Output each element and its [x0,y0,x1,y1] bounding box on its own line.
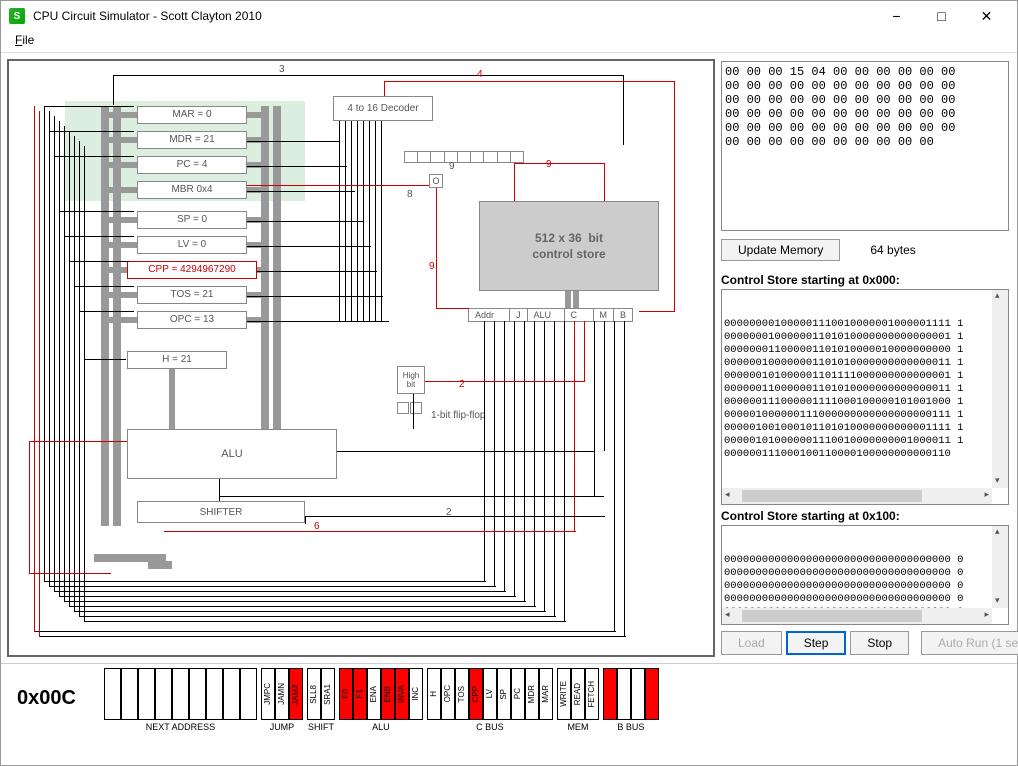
memory-dump[interactable]: 00 00 00 15 04 00 00 00 00 00 00 00 00 0… [721,61,1009,231]
bit-F1[interactable]: F1 [353,668,367,720]
bit-WRITE[interactable]: WRITE [557,668,571,720]
mir-strip [404,151,524,163]
bit-F0[interactable]: F0 [339,668,353,720]
bit-group-label: JUMP [270,722,295,732]
cs1-label: Control Store starting at 0x000: [721,273,1009,287]
mir-labels: Addr J ALU C M B [469,308,633,322]
bit-PC[interactable]: PC [511,668,525,720]
update-memory-button[interactable]: Update Memory [721,239,840,261]
bit-group-label: MEM [567,722,588,732]
circuit-canvas: MAR = 0 MDR = 21 PC = 4 MBR 0x4 SP = 0 L… [7,59,715,657]
bit-group-label: SHIFT [308,722,334,732]
reg-pc: PC = 4 [137,156,247,174]
reg-mdr: MDR = 21 [137,131,247,149]
titlebar: S CPU Circuit Simulator - Scott Clayton … [1,1,1017,31]
bit-SP[interactable]: SP [497,668,511,720]
memory-size-label: 64 bytes [870,243,915,257]
bit-6-3[interactable] [645,668,659,720]
current-address: 0x00C [7,668,104,728]
bit-0-8[interactable] [240,668,257,720]
bit-MDR[interactable]: MDR [525,668,539,720]
reg-tos: TOS = 21 [137,286,247,304]
control-store-1[interactable]: 000000001000001110010000001000001111 1 0… [721,289,1009,505]
bit-ENB[interactable]: ENB [381,668,395,720]
bit-JAMZ[interactable]: JAMZ [289,668,303,720]
bit-READ[interactable]: READ [571,668,585,720]
bit-0-5[interactable] [189,668,206,720]
reg-cpp: CPP = 4294967290 [127,261,257,279]
bit-0-7[interactable] [223,668,240,720]
bit-LV[interactable]: LV [483,668,497,720]
bit-SRA1[interactable]: SRA1 [321,668,335,720]
bit-SLL8[interactable]: SLL8 [307,668,321,720]
bit-MAR[interactable]: MAR [539,668,553,720]
reg-h: H = 21 [127,351,227,369]
menu-file[interactable]: File [9,33,40,47]
reg-mar: MAR = 0 [137,106,247,124]
bit-INC[interactable]: INC [409,668,423,720]
label-flipflop: 1-bit flip-flop [431,410,485,421]
scrollbar-h-2[interactable] [722,608,992,624]
bit-JAMN[interactable]: JAMN [275,668,289,720]
bit-TOS[interactable]: TOS [455,668,469,720]
bit-OPC[interactable]: OPC [441,668,455,720]
bit-group-c-bus: HOPCTOSCPPLVSPPCMDRMAR C BUS [427,668,553,732]
step-button[interactable]: Step [786,631,847,655]
bit-6-0[interactable] [603,668,617,720]
autorun-button[interactable]: Auto Run (1 sec) [921,631,1018,655]
bit-group-shift: SLL8SRA1 SHIFT [307,668,335,732]
cs2-label: Control Store starting at 0x100: [721,509,1009,523]
bit-H[interactable]: H [427,668,441,720]
alu-box: ALU [127,429,337,479]
bit-CPP[interactable]: CPP [469,668,483,720]
bit-0-3[interactable] [155,668,172,720]
bit-ENA[interactable]: ENA [367,668,381,720]
scrollbar-v-1[interactable] [992,290,1008,488]
bit-0-6[interactable] [206,668,223,720]
control-store-box: 512 x 36 bit control store [479,201,659,291]
bit-group-label: B BUS [617,722,644,732]
bit-group-mem: WRITEREADFETCH MEM [557,668,599,732]
bit-group-label: ALU [372,722,390,732]
control-store-2[interactable]: 000000000000000000000000000000000000 0 0… [721,525,1009,625]
bit-group-next-address: NEXT ADDRESS [104,668,257,732]
app-icon: S [9,8,25,24]
bit-0-2[interactable] [138,668,155,720]
bit-0-4[interactable] [172,668,189,720]
close-button[interactable]: ✕ [964,2,1009,30]
bit-FETCH[interactable]: FETCH [585,668,599,720]
reg-sp: SP = 0 [137,211,247,229]
o-box: O [429,174,443,188]
bit-group-b-bus: B BUS [603,668,659,732]
reg-mbr: MBR 0x4 [137,181,247,199]
highbit-box: High bit [397,366,425,394]
bit-6-1[interactable] [617,668,631,720]
scrollbar-v-2[interactable] [992,526,1008,608]
window-title: CPU Circuit Simulator - Scott Clayton 20… [33,9,874,23]
scrollbar-h-1[interactable] [722,488,992,504]
bit-JMPC[interactable]: JMPC [261,668,275,720]
maximize-button[interactable]: □ [919,2,964,30]
bit-group-alu: F0F1ENAENBINVAINC ALU [339,668,423,732]
bus-c2 [113,106,121,526]
shifter-box: SHIFTER [137,501,305,523]
reg-lv: LV = 0 [137,236,247,254]
bit-group-label: C BUS [476,722,504,732]
bit-0-1[interactable] [121,668,138,720]
decoder-box: 4 to 16 Decoder [333,96,433,121]
bus-c [101,106,109,526]
menubar: File [1,31,1017,53]
bus-bottom2 [148,561,172,569]
bit-0-0[interactable] [104,668,121,720]
bit-INVA[interactable]: INVA [395,668,409,720]
reg-opc: OPC = 13 [137,311,247,329]
bottom-bar: 0x00C NEXT ADDRESS JMPCJAMNJAMZ JUMP SLL8SR… [1,663,1017,763]
minimize-button[interactable]: − [874,2,919,30]
bit-6-2[interactable] [631,668,645,720]
load-button[interactable]: Load [721,631,782,655]
bit-group-jump: JMPCJAMNJAMZ JUMP [261,668,303,732]
bit-group-label: NEXT ADDRESS [146,722,215,732]
stop-button[interactable]: Stop [850,631,909,655]
